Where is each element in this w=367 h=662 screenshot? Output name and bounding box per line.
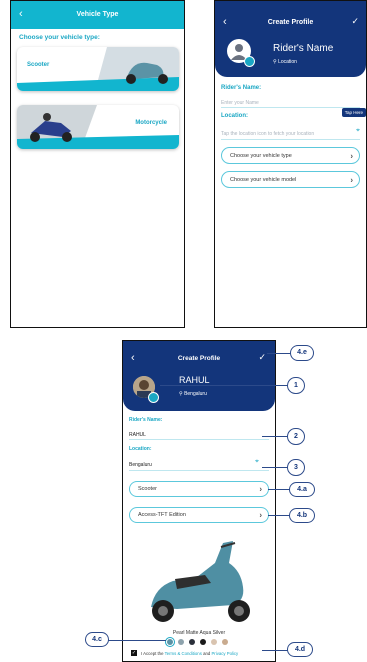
city-subtitle-text: Bengaluru — [184, 391, 207, 397]
fetch-location-icon[interactable]: ⌖ — [255, 458, 259, 466]
color-swatch[interactable] — [189, 639, 195, 645]
color-swatch[interactable] — [222, 639, 228, 645]
vehicle-model-select-label: Access-TFT Edition — [138, 512, 186, 518]
vehicle-type-screen: ‹ Vehicle Type Choose your vehicle type:… — [10, 0, 185, 328]
location-label: Location: — [129, 446, 152, 452]
camera-icon[interactable] — [148, 392, 159, 403]
callout-line — [108, 640, 166, 641]
scooter-option-label: Scooter — [27, 62, 50, 68]
callout-line — [160, 385, 288, 386]
location-subtitle: ⚲ Location — [273, 59, 297, 65]
vehicle-type-select[interactable]: Scooter › — [129, 481, 269, 497]
rider-name-input[interactable]: Enter your Name — [221, 100, 259, 106]
callout-4c: 4.c — [85, 632, 109, 647]
city-subtitle: ⚲ Bengaluru — [179, 391, 207, 397]
callout-4d: 4.d — [287, 642, 313, 657]
tap-here-tooltip: Tap Here — [341, 108, 366, 117]
create-profile-filled-screen: ‹ Create Profile ✓ RAHUL ⚲ Bengaluru Rid… — [122, 340, 276, 662]
motorcycle-option-card[interactable]: Motorcycle — [17, 105, 179, 149]
divider — [129, 439, 269, 440]
page-title: Vehicle Type — [76, 11, 119, 18]
check-icon[interactable]: ✓ — [351, 16, 359, 27]
color-swatch[interactable] — [178, 639, 184, 645]
accept-prefix: I Accept the — [141, 651, 164, 656]
chevron-right-icon: › — [259, 510, 262, 520]
scooter-card-art — [17, 47, 179, 91]
scooter-option-card[interactable]: Scooter — [17, 47, 179, 91]
page-title: Create Profile — [177, 355, 221, 362]
callout-3: 3 — [287, 459, 305, 476]
vehicle-type-select-label: Scooter — [138, 486, 157, 492]
motorcycle-option-label: Motorcycle — [135, 120, 167, 126]
location-pin-icon: ⚲ — [179, 391, 183, 397]
page-title: Create Profile — [267, 19, 314, 26]
rider-name-heading: RAHUL — [179, 375, 210, 385]
fetch-location-icon[interactable]: ⌖ — [356, 127, 360, 135]
create-profile-empty-screen: ‹ Create Profile ✓ Rider's Name ⚲ Locati… — [214, 0, 367, 328]
location-input[interactable]: Tap the location icon to fetch your loca… — [221, 131, 314, 137]
chevron-right-icon: › — [350, 151, 353, 160]
divider — [221, 107, 360, 108]
chevron-right-icon: › — [350, 175, 353, 184]
callout-line — [262, 436, 288, 437]
and-text: and — [203, 651, 211, 656]
vehicle-model-select[interactable]: Choose your vehicle model › — [221, 171, 360, 188]
color-swatch-selected[interactable] — [165, 637, 175, 647]
color-name: Pearl Matte Aqua Silver — [172, 630, 226, 636]
callout-4e: 4.e — [290, 345, 314, 361]
accept-terms-text: I Accept the Terms & Conditions and Priv… — [141, 651, 238, 656]
motorcycle-card-art — [17, 105, 179, 149]
callout-line — [268, 515, 290, 516]
check-icon[interactable]: ✓ — [258, 352, 266, 363]
vehicle-type-select[interactable]: Choose your vehicle type › — [221, 147, 360, 164]
location-pin-icon: ⚲ — [273, 59, 277, 65]
chevron-right-icon: › — [259, 484, 262, 494]
terms-link[interactable]: Terms & Conditions — [165, 651, 202, 656]
callout-line — [262, 650, 288, 651]
vehicle-type-prompt: Choose your vehicle type: — [19, 34, 100, 41]
callout-line — [268, 489, 290, 490]
callout-2: 2 — [287, 428, 305, 445]
location-subtitle-text: Location — [278, 59, 297, 65]
divider — [129, 470, 269, 471]
scooter-image — [151, 541, 250, 622]
accept-checkbox[interactable]: ✓ — [131, 650, 137, 656]
rider-name-input[interactable]: RAHUL — [129, 432, 146, 438]
divider — [221, 139, 360, 140]
callout-4a: 4.a — [289, 482, 315, 497]
callout-4b: 4.b — [289, 508, 315, 523]
callout-1: 1 — [287, 377, 305, 394]
vehicle-model-select-label: Choose your vehicle model — [230, 176, 297, 183]
rider-name-label: Rider's Name: — [129, 417, 163, 423]
color-swatch[interactable] — [200, 639, 206, 645]
location-input[interactable]: Bengaluru — [129, 462, 152, 468]
vehicle-model-select[interactable]: Access-TFT Edition › — [129, 507, 269, 523]
privacy-link[interactable]: Privacy Policy — [211, 651, 238, 656]
callout-line — [267, 353, 292, 354]
color-swatch[interactable] — [211, 639, 217, 645]
vehicle-type-select-label: Choose your vehicle type — [230, 152, 292, 159]
camera-icon[interactable] — [244, 56, 255, 67]
rider-name-label: Rider's Name: — [221, 85, 262, 91]
rider-name-heading: Rider's Name — [273, 43, 334, 54]
callout-line — [262, 467, 288, 468]
location-label: Location: — [221, 113, 248, 119]
